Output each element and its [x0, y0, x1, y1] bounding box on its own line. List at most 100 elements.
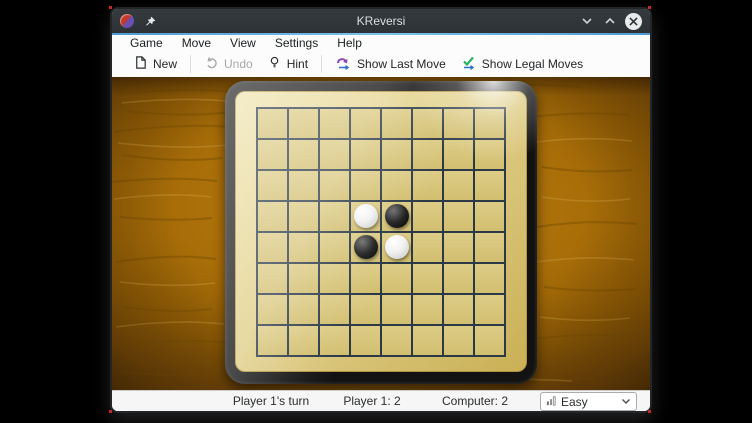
toolbar: New Undo Hint — [112, 51, 650, 77]
board-cell-5-0[interactable] — [258, 264, 287, 293]
board-cell-3-6[interactable] — [444, 202, 473, 231]
board-cell-3-4[interactable] — [382, 202, 411, 231]
board-cell-3-1[interactable] — [289, 202, 318, 231]
board-cell-1-1[interactable] — [289, 140, 318, 169]
board-cell-3-7[interactable] — [475, 202, 504, 231]
corner-dot — [109, 410, 112, 413]
menu-settings[interactable]: Settings — [275, 35, 318, 51]
board-cell-1-4[interactable] — [382, 140, 411, 169]
board-cell-2-5[interactable] — [413, 171, 442, 200]
board-cell-2-6[interactable] — [444, 171, 473, 200]
board-cell-2-2[interactable] — [320, 171, 349, 200]
difficulty-dropdown[interactable]: Easy — [540, 392, 637, 411]
board-cell-7-5[interactable] — [413, 326, 442, 355]
new-button[interactable]: New — [126, 53, 184, 75]
board-cell-7-7[interactable] — [475, 326, 504, 355]
computer-score: Computer: 2 — [442, 394, 508, 408]
board-cell-5-7[interactable] — [475, 264, 504, 293]
kreversi-window: KReversi Game Move View Settings Help — [110, 7, 652, 413]
board-cell-2-7[interactable] — [475, 171, 504, 200]
board-cell-6-0[interactable] — [258, 295, 287, 324]
board-cell-7-6[interactable] — [444, 326, 473, 355]
menu-move[interactable]: Move — [182, 35, 211, 51]
board-cell-4-7[interactable] — [475, 233, 504, 262]
board-cell-7-0[interactable] — [258, 326, 287, 355]
board-cell-1-2[interactable] — [320, 140, 349, 169]
board-grid — [256, 107, 506, 357]
show-legal-moves-button[interactable]: Show Legal Moves — [453, 53, 590, 76]
board-cell-4-1[interactable] — [289, 233, 318, 262]
board-cell-4-2[interactable] — [320, 233, 349, 262]
corner-dot — [109, 6, 112, 9]
board-cell-5-5[interactable] — [413, 264, 442, 293]
board-cell-1-0[interactable] — [258, 140, 287, 169]
board-cell-0-7[interactable] — [475, 109, 504, 138]
board-cell-6-7[interactable] — [475, 295, 504, 324]
board-cell-3-5[interactable] — [413, 202, 442, 231]
board-cell-0-6[interactable] — [444, 109, 473, 138]
corner-dot — [648, 6, 651, 9]
board-cell-7-1[interactable] — [289, 326, 318, 355]
board-cell-0-0[interactable] — [258, 109, 287, 138]
board-cell-6-6[interactable] — [444, 295, 473, 324]
board-cell-1-6[interactable] — [444, 140, 473, 169]
board-cell-7-4[interactable] — [382, 326, 411, 355]
board-cell-2-4[interactable] — [382, 171, 411, 200]
pin-icon[interactable] — [144, 15, 157, 28]
board-cell-5-4[interactable] — [382, 264, 411, 293]
board-cell-0-4[interactable] — [382, 109, 411, 138]
difficulty-bars-icon — [546, 395, 557, 409]
board-gold-surface — [235, 91, 527, 372]
player1-score: Player 1: 2 — [343, 394, 400, 408]
chevron-down-icon — [621, 395, 631, 409]
board-cell-5-2[interactable] — [320, 264, 349, 293]
board-cell-4-5[interactable] — [413, 233, 442, 262]
board-cell-4-0[interactable] — [258, 233, 287, 262]
menu-help[interactable]: Help — [337, 35, 362, 51]
board-cell-5-6[interactable] — [444, 264, 473, 293]
corner-dot — [648, 410, 651, 413]
board-cell-4-4[interactable] — [382, 233, 411, 262]
show-last-move-button[interactable]: Show Last Move — [328, 53, 453, 76]
difficulty-value: Easy — [561, 395, 588, 409]
board-cell-7-2[interactable] — [320, 326, 349, 355]
black-piece — [354, 235, 378, 259]
menu-view[interactable]: View — [230, 35, 256, 51]
titlebar[interactable]: KReversi — [112, 9, 650, 33]
new-button-label: New — [153, 57, 177, 71]
board-cell-4-3[interactable] — [351, 233, 380, 262]
board-cell-3-0[interactable] — [258, 202, 287, 231]
board-cell-6-5[interactable] — [413, 295, 442, 324]
board-cell-0-5[interactable] — [413, 109, 442, 138]
board-cell-1-5[interactable] — [413, 140, 442, 169]
board-cell-1-7[interactable] — [475, 140, 504, 169]
board-cell-3-3[interactable] — [351, 202, 380, 231]
board-cell-2-3[interactable] — [351, 171, 380, 200]
close-x-icon[interactable] — [625, 13, 642, 30]
board-cell-1-3[interactable] — [351, 140, 380, 169]
board-cell-0-3[interactable] — [351, 109, 380, 138]
board-cell-2-0[interactable] — [258, 171, 287, 200]
board-cell-0-1[interactable] — [289, 109, 318, 138]
board-cell-6-3[interactable] — [351, 295, 380, 324]
board-cell-6-1[interactable] — [289, 295, 318, 324]
hint-button[interactable]: Hint — [260, 53, 315, 75]
statusbar: Player 1's turn Player 1: 2 Computer: 2 … — [112, 390, 650, 412]
board-cell-0-2[interactable] — [320, 109, 349, 138]
undo-button[interactable]: Undo — [197, 53, 260, 75]
board-cell-7-3[interactable] — [351, 326, 380, 355]
board-cell-4-6[interactable] — [444, 233, 473, 262]
board-cell-6-2[interactable] — [320, 295, 349, 324]
chevron-down-icon[interactable] — [579, 13, 595, 29]
board-cell-6-4[interactable] — [382, 295, 411, 324]
new-document-icon — [133, 55, 148, 73]
menu-game[interactable]: Game — [130, 35, 163, 51]
board-cell-3-2[interactable] — [320, 202, 349, 231]
chevron-up-icon[interactable] — [602, 13, 618, 29]
toolbar-separator — [321, 55, 322, 73]
board-cell-2-1[interactable] — [289, 171, 318, 200]
last-move-arrow-icon — [335, 55, 352, 74]
board-cell-5-3[interactable] — [351, 264, 380, 293]
board-cell-5-1[interactable] — [289, 264, 318, 293]
menubar: Game Move View Settings Help — [112, 35, 650, 51]
